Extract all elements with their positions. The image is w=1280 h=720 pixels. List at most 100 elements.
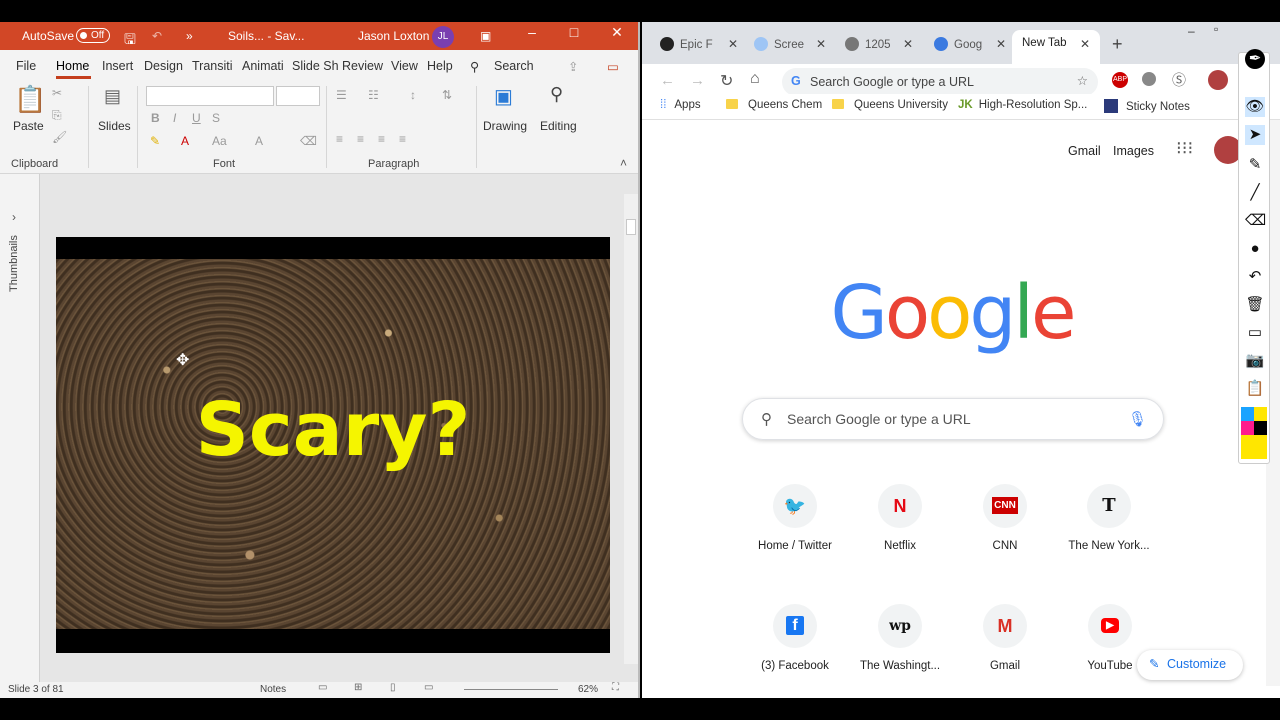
microphone-icon[interactable]: 🎙 (1128, 410, 1147, 428)
close-tab-icon[interactable]: ✕ (996, 37, 1006, 51)
slides-label[interactable]: Slides (98, 119, 131, 133)
reload-icon[interactable]: ↻ (720, 71, 733, 91)
line-icon[interactable]: ╱ (1245, 183, 1265, 203)
tab-slideshow[interactable]: Slide Sh (292, 59, 339, 73)
shortcut-tile[interactable]: T The New York... (1059, 484, 1159, 552)
editing-icon[interactable]: ⚲ (550, 84, 563, 105)
skype-icon[interactable]: Ⓢ (1172, 70, 1186, 90)
bookmark-apps[interactable]: ⁞⁞ Apps (660, 99, 701, 111)
ribbon-display-icon[interactable]: ▣ (480, 29, 491, 43)
font-family-dropdown[interactable] (146, 86, 274, 106)
tab-view[interactable]: View (391, 59, 418, 73)
undo-icon[interactable]: ↶ (1245, 267, 1265, 287)
tab-animations[interactable]: Animati (242, 59, 284, 73)
text-direction-icon[interactable]: ⇅ (442, 88, 452, 102)
align-left-icon[interactable]: ≡ (336, 132, 343, 146)
adblock-icon[interactable]: ABP (1112, 72, 1128, 88)
eraser-icon[interactable]: ⌫ (1245, 211, 1266, 231)
reading-view-icon[interactable]: ▯ (390, 682, 396, 693)
dot-icon[interactable]: ● (1245, 239, 1265, 259)
pen-logo-icon[interactable]: ✒ (1245, 49, 1265, 69)
browser-tab[interactable]: Goog ✕ (934, 30, 1010, 64)
cut-icon[interactable]: ✂ (52, 86, 62, 100)
tab-transitions[interactable]: Transiti (192, 59, 233, 73)
back-icon[interactable]: ← (660, 72, 675, 89)
comments-icon[interactable]: ▭ (607, 59, 619, 74)
format-painter-icon[interactable]: 🖌 (52, 130, 67, 144)
slideshow-view-icon[interactable]: ▭ (424, 682, 433, 693)
extension-icon[interactable] (1142, 72, 1156, 86)
forward-icon[interactable]: → (690, 72, 705, 89)
change-case-icon[interactable]: Aa (212, 134, 227, 148)
new-slide-icon[interactable]: ▤ (104, 86, 121, 107)
tab-file[interactable]: File (16, 59, 36, 73)
new-tab-icon[interactable]: + (1112, 34, 1123, 55)
drawing-label[interactable]: Drawing (483, 119, 527, 133)
home-icon[interactable]: ⌂ (750, 70, 760, 88)
profile-avatar[interactable] (1208, 70, 1228, 90)
align-right-icon[interactable]: ≡ (378, 132, 385, 146)
bookmark-sticky-notes[interactable]: Sticky Notes (1104, 99, 1190, 113)
clear-format-icon[interactable]: ⌫ (300, 134, 317, 148)
color-swatch-blue-yellow[interactable] (1241, 407, 1267, 421)
maximize-icon[interactable]: □ (562, 24, 586, 40)
font-color-icon[interactable]: A (181, 134, 189, 148)
trash-icon[interactable]: 🗑 (1245, 295, 1265, 315)
normal-view-icon[interactable]: ▭ (318, 682, 327, 693)
window-maximize-icon[interactable]: ▫ (1214, 22, 1218, 36)
autosave-toggle[interactable]: Off (76, 28, 110, 43)
tab-insert[interactable]: Insert (102, 59, 133, 73)
bookmark-queens-university[interactable]: Queens University (832, 99, 948, 111)
bullets-icon[interactable]: ☰ (336, 88, 347, 102)
slide-canvas[interactable]: Scary? (56, 237, 610, 653)
scrollbar-thumb[interactable] (626, 219, 636, 235)
tab-design[interactable]: Design (144, 59, 183, 73)
shortcut-tile[interactable]: CNN CNN (955, 484, 1055, 552)
customize-button[interactable]: ✎ Customize (1137, 650, 1243, 680)
tab-home[interactable]: Home (56, 59, 89, 73)
close-tab-icon[interactable]: ✕ (903, 37, 913, 51)
align-center-icon[interactable]: ≡ (357, 132, 364, 146)
font-size-dropdown[interactable] (276, 86, 320, 106)
gmail-link[interactable]: Gmail (1068, 144, 1101, 158)
close-tab-icon[interactable]: ✕ (1080, 37, 1090, 51)
sorter-view-icon[interactable]: ⊞ (354, 682, 362, 693)
shortcut-tile[interactable]: N Netflix (850, 484, 950, 552)
editing-label[interactable]: Editing (540, 119, 577, 133)
paste-icon[interactable]: 📋 (14, 84, 46, 115)
shadow-icon[interactable]: S (212, 111, 220, 125)
line-spacing-icon[interactable]: ↕ (410, 88, 416, 102)
close-tab-icon[interactable]: ✕ (816, 37, 826, 51)
undo-icon[interactable]: ↶ (152, 29, 162, 43)
numbering-icon[interactable]: ☷ (368, 88, 379, 102)
collapse-ribbon-icon[interactable]: ˄ (620, 156, 627, 170)
expand-thumbnails-icon[interactable]: › (12, 210, 16, 224)
fit-slide-icon[interactable]: ⛶ (612, 682, 619, 693)
browser-tab-active[interactable]: New Tab ✕ (1012, 30, 1100, 64)
grow-font-icon[interactable]: A (255, 134, 263, 148)
cursor-icon[interactable]: ➤ (1245, 125, 1265, 145)
browser-tab[interactable]: Epic F ✕ (660, 30, 740, 64)
drawing-icon[interactable]: ▣ (494, 84, 513, 109)
whiteboard-icon[interactable]: ▭ (1245, 323, 1265, 343)
tab-help[interactable]: Help (427, 59, 453, 73)
minimize-icon[interactable]: – (520, 24, 544, 40)
shortcut-tile[interactable]: M Gmail (955, 604, 1055, 672)
underline-icon[interactable]: U (192, 111, 201, 125)
zoom-level[interactable]: 62% (578, 684, 598, 695)
user-avatar[interactable]: JL (432, 26, 454, 48)
copy-icon[interactable]: ⎘ (52, 108, 62, 123)
paste-label[interactable]: Paste (13, 119, 44, 133)
shortcut-tile[interactable]: f (3) Facebook (745, 604, 845, 672)
browser-tab[interactable]: Scree ✕ (754, 30, 834, 64)
address-bar[interactable]: G Search Google or type a URL ☆ (782, 68, 1098, 96)
bookmark-queens-chem[interactable]: Queens Chem (726, 99, 822, 111)
slide-title-text[interactable]: Scary? (56, 387, 610, 473)
zoom-slider[interactable] (464, 689, 558, 690)
camera-icon[interactable]: 📷 (1245, 351, 1265, 371)
color-swatch-yellow[interactable] (1241, 435, 1267, 459)
bookmark-star-icon[interactable]: ☆ (1077, 73, 1088, 88)
search-box[interactable]: ⚲ Search Google or type a URL 🎙 (742, 398, 1164, 440)
justify-icon[interactable]: ≡ (399, 132, 406, 146)
qat-more-icon[interactable]: » (186, 29, 193, 43)
